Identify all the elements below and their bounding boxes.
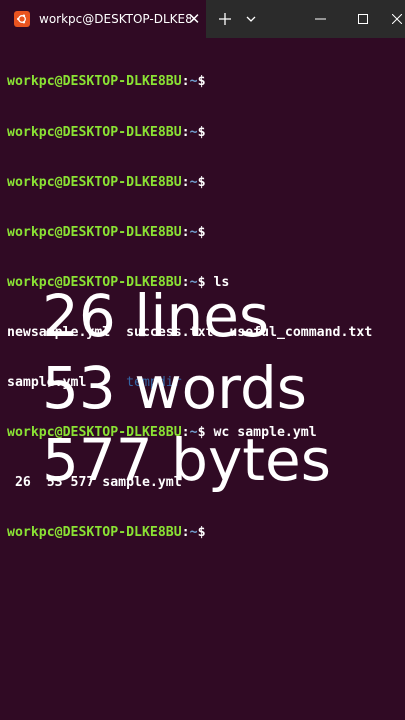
prompt-line: workpc@DESKTOP-DLKE8BU:~$ xyxy=(7,174,206,190)
caption-overlay: 26 lines 53 words 577 bytes xyxy=(42,280,331,496)
prompt-path: ~ xyxy=(189,525,198,541)
close-window-button[interactable] xyxy=(388,0,405,38)
maximize-button[interactable] xyxy=(348,0,378,38)
close-tab-icon[interactable]: ✕ xyxy=(186,11,202,27)
caption-words: 53 words xyxy=(42,354,308,422)
terminal-window: workpc@DESKTOP-DLKE8BU: ✕ workpc@DESKTOP… xyxy=(0,0,405,720)
new-tab-button[interactable] xyxy=(214,0,236,38)
prompt-path: ~ xyxy=(189,174,198,190)
dropdown-chevron-icon[interactable] xyxy=(240,0,262,38)
minimize-button[interactable] xyxy=(305,0,335,38)
prompt-user: workpc@DESKTOP-DLKE8BU xyxy=(7,224,182,240)
prompt-user: workpc@DESKTOP-DLKE8BU xyxy=(7,74,182,90)
caption-lines: 26 lines xyxy=(42,282,270,350)
prompt-user: workpc@DESKTOP-DLKE8BU xyxy=(7,124,182,140)
ubuntu-icon xyxy=(14,11,30,27)
prompt-path: ~ xyxy=(189,124,198,140)
prompt-line: workpc@DESKTOP-DLKE8BU:~$ xyxy=(7,124,206,140)
tab-active[interactable]: workpc@DESKTOP-DLKE8BU: ✕ xyxy=(0,0,206,38)
prompt-path: ~ xyxy=(189,74,198,90)
title-bar: workpc@DESKTOP-DLKE8BU: ✕ xyxy=(0,0,405,38)
prompt-path: ~ xyxy=(189,224,198,240)
prompt-line: workpc@DESKTOP-DLKE8BU:~$ xyxy=(7,74,206,90)
prompt-line: workpc@DESKTOP-DLKE8BU:~$ xyxy=(7,525,206,541)
prompt-user: workpc@DESKTOP-DLKE8BU xyxy=(7,174,182,190)
prompt-user: workpc@DESKTOP-DLKE8BU xyxy=(7,525,182,541)
prompt-line: workpc@DESKTOP-DLKE8BU:~$ xyxy=(7,224,206,240)
caption-bytes: 577 bytes xyxy=(42,426,331,494)
tab-title: workpc@DESKTOP-DLKE8BU: xyxy=(39,12,191,26)
